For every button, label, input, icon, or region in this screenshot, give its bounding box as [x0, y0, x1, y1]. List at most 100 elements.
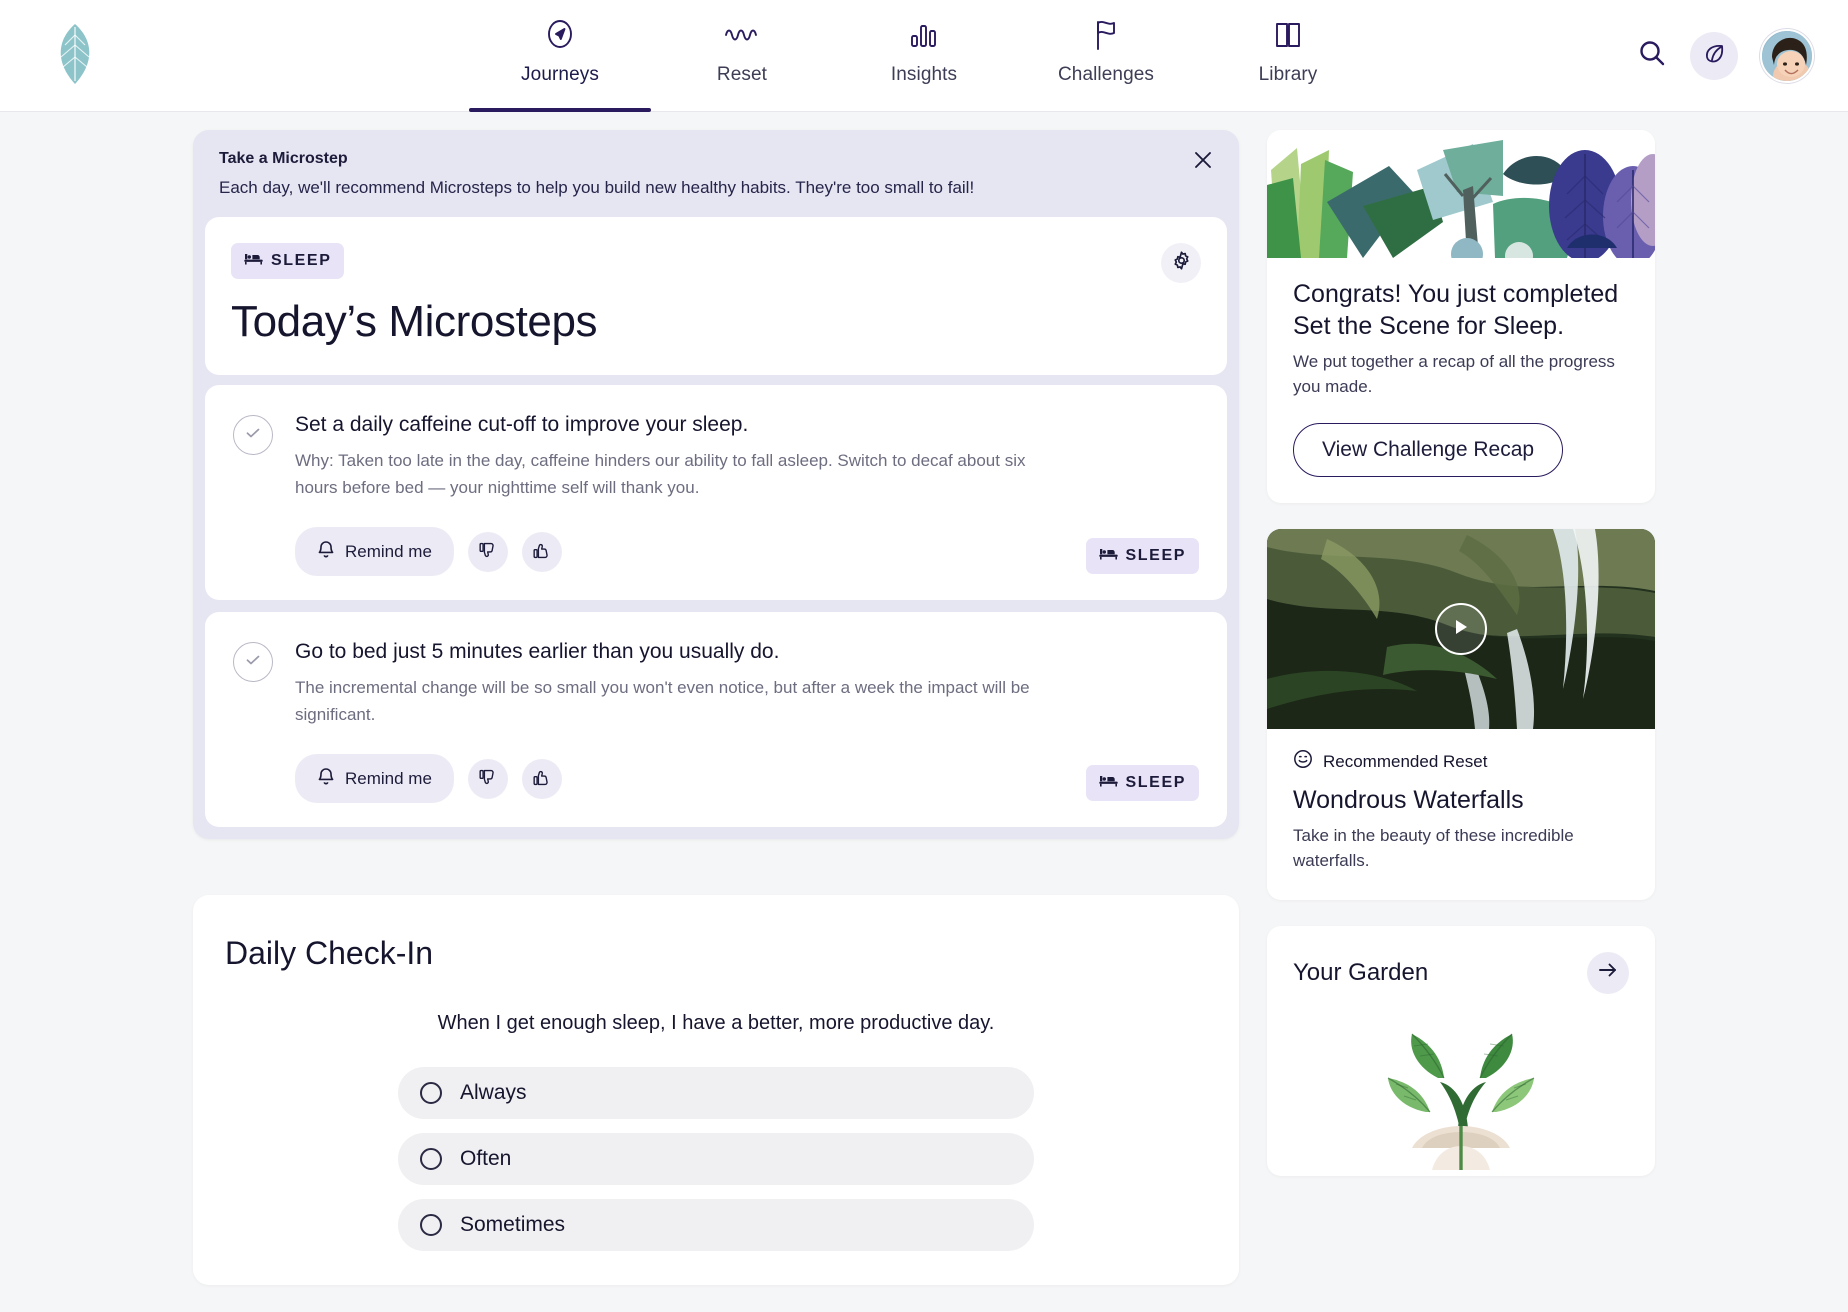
close-icon — [1193, 150, 1213, 175]
microstep-title: Go to bed just 5 minutes earlier than yo… — [295, 640, 780, 664]
leaf-rewards-button[interactable] — [1690, 32, 1738, 80]
remind-me-button[interactable]: Remind me — [295, 527, 454, 577]
thumbs-down-icon — [478, 768, 497, 790]
reset-eyebrow: Recommended Reset — [1293, 749, 1629, 774]
bed-icon — [1098, 773, 1118, 793]
search-button[interactable] — [1636, 38, 1668, 75]
microstep-category-badge: SLEEP — [1085, 538, 1199, 575]
check-circle-icon — [244, 424, 262, 447]
app-logo[interactable] — [0, 0, 150, 112]
bell-icon — [317, 539, 335, 564]
daily-checkin-title: Daily Check-In — [225, 935, 434, 972]
reset-card-body: Recommended Reset Wondrous Waterfalls Ta… — [1267, 729, 1655, 899]
open-garden-button[interactable] — [1587, 951, 1629, 994]
complete-step-button[interactable] — [233, 642, 273, 683]
banner-text: Each day, we'll recommend Microsteps to … — [219, 178, 975, 197]
nav-item-reset[interactable]: Reset — [651, 0, 833, 112]
daily-checkin-card: Daily Check-In When I get enough sleep, … — [193, 895, 1239, 1286]
challenge-recap-card: Congrats! You just completed Set the Sce… — [1267, 130, 1655, 504]
remind-me-button[interactable]: Remind me — [295, 754, 454, 804]
thumbs-down-button[interactable] — [467, 758, 508, 799]
compass-icon — [543, 14, 577, 56]
thumbs-up-button[interactable] — [521, 531, 562, 572]
main-nav: Journeys Reset Insights Challenges Libra… — [469, 0, 1379, 112]
thumbs-down-button[interactable] — [467, 531, 508, 572]
search-icon — [1636, 38, 1668, 75]
nav-item-library[interactable]: Library — [1197, 0, 1379, 112]
microstep-badge-label: SLEEP — [1125, 547, 1186, 565]
bell-icon — [317, 766, 335, 791]
garden-title: Your Garden — [1293, 958, 1429, 986]
nav-label: Journeys — [521, 64, 599, 85]
microstep-title: Set a daily caffeine cut-off to improve … — [295, 413, 749, 437]
nav-label: Reset — [716, 64, 768, 85]
thumbs-down-icon — [478, 541, 497, 563]
microstep-body: Go to bed just 5 minutes earlier than yo… — [295, 638, 1199, 804]
option-label: Always — [460, 1081, 527, 1105]
challenge-recap-body: Congrats! You just completed Set the Sce… — [1267, 258, 1655, 503]
nav-item-challenges[interactable]: Challenges — [1015, 0, 1197, 112]
banner-title: Take a Microstep — [219, 150, 348, 167]
microstep-body: Set a daily caffeine cut-off to improve … — [295, 411, 1199, 577]
radio-icon — [420, 1214, 442, 1237]
recommended-reset-card: Recommended Reset Wondrous Waterfalls Ta… — [1267, 529, 1655, 900]
play-button[interactable] — [1435, 603, 1487, 656]
option-label: Sometimes — [460, 1213, 566, 1237]
microstep-banner: Take a Microstep Each day, we'll recomme… — [193, 130, 1239, 217]
thumbs-up-button[interactable] — [521, 758, 562, 799]
complete-step-button[interactable] — [233, 415, 273, 456]
sprout-illustration — [1387, 1033, 1535, 1170]
book-icon — [1272, 14, 1304, 56]
category-badge-label: SLEEP — [271, 252, 332, 270]
wave-icon — [723, 14, 761, 56]
microstep-actions: Remind me — [295, 527, 1199, 577]
check-circle-icon — [244, 651, 262, 674]
challenge-recap-heading: Congrats! You just completed Set the Sce… — [1293, 278, 1629, 342]
microstep-card: Go to bed just 5 minutes earlier than yo… — [205, 612, 1227, 828]
microstep-settings-button[interactable] — [1161, 243, 1201, 284]
daily-checkin-question: When I get enough sleep, I have a better… — [437, 1012, 995, 1035]
microstep-category-badge: SLEEP — [1085, 765, 1199, 802]
category-badge: SLEEP — [231, 243, 345, 280]
topbar-actions — [1636, 0, 1814, 112]
reset-card-body-text: Take in the beauty of these incredible w… — [1293, 826, 1574, 870]
nav-label: Insights — [890, 64, 958, 85]
microstep-description: Why: Taken too late in the day, caffeine… — [295, 451, 1026, 497]
challenge-heading-line2: Set the Scene for Sleep. — [1293, 312, 1565, 340]
remind-me-label: Remind me — [345, 541, 432, 561]
avatar[interactable] — [1760, 29, 1814, 83]
nav-item-journeys[interactable]: Journeys — [469, 0, 651, 112]
close-banner-button[interactable] — [1189, 148, 1217, 176]
checkin-option-sometimes[interactable]: Sometimes — [398, 1199, 1034, 1252]
top-navigation-bar: Journeys Reset Insights Challenges Libra… — [0, 0, 1848, 112]
checkin-option-always[interactable]: Always — [398, 1067, 1034, 1120]
avatar-image — [1762, 31, 1812, 81]
checkin-option-often[interactable]: Often — [398, 1133, 1034, 1186]
microstep-description: The incremental change will be so small … — [295, 678, 1030, 724]
your-garden-card: Your Garden — [1267, 925, 1655, 1176]
daily-checkin-options: Always Often Sometimes — [223, 1067, 1209, 1252]
remind-me-label: Remind me — [345, 768, 432, 788]
gear-icon — [1171, 250, 1192, 276]
radio-icon — [420, 1148, 442, 1171]
microstep-actions: Remind me — [295, 754, 1199, 804]
side-column: Congrats! You just completed Set the Sce… — [1267, 130, 1655, 1312]
thumbs-up-icon — [532, 768, 551, 790]
reset-card-title: Wondrous Waterfalls — [1293, 786, 1524, 815]
nav-item-insights[interactable]: Insights — [833, 0, 1015, 112]
bar-chart-icon — [908, 14, 940, 56]
reset-video-thumbnail[interactable] — [1267, 529, 1655, 730]
page-title: Today’s Microsteps — [231, 297, 598, 347]
reset-eyebrow-label: Recommended Reset — [1323, 751, 1488, 771]
garden-illustration — [1293, 1020, 1629, 1170]
challenge-recap-body-text: We put together a recap of all the progr… — [1293, 352, 1615, 396]
microstep-panel: Take a Microstep Each day, we'll recomme… — [193, 130, 1239, 840]
microstep-card: Set a daily caffeine cut-off to improve … — [205, 385, 1227, 601]
view-challenge-recap-button[interactable]: View Challenge Recap — [1293, 423, 1564, 478]
flag-icon — [1090, 14, 1122, 56]
arrow-right-icon — [1598, 961, 1618, 984]
nav-label: Challenges — [1057, 64, 1155, 85]
nav-label: Library — [1258, 64, 1318, 85]
play-icon — [1452, 617, 1470, 642]
garden-header: Your Garden — [1293, 951, 1629, 994]
